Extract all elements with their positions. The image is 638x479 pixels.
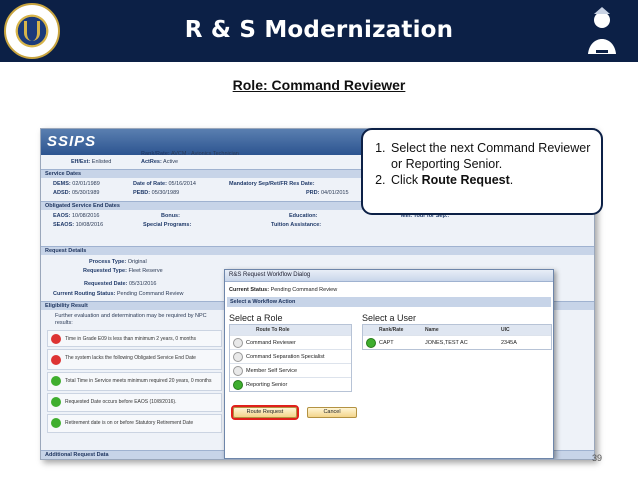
user-row[interactable]: CAPT JONES,TEST AC 2345A [363, 335, 551, 349]
field-bonus: Bonus: [161, 213, 180, 219]
check-icon [51, 397, 61, 407]
field-dems: DEMS: 02/01/1989 [53, 181, 100, 187]
field-prd: PRD: 04/01/2015 [306, 190, 349, 196]
role-subtitle: Role: Command Reviewer [232, 77, 406, 93]
ssips-logo: SSIPS [47, 133, 97, 150]
cancel-button[interactable]: Cancel [307, 407, 357, 418]
role-option-command-separation-specialist[interactable]: Command Separation Specialist [230, 349, 351, 363]
dialog-current-status: Current Status: Pending Command Review [229, 287, 338, 293]
radio-icon[interactable] [233, 366, 243, 376]
dialog-title: R&S Request Workflow Dialog [225, 270, 553, 282]
eligibility-row: Requested Date occurs before EAOS (10/8/… [47, 393, 222, 412]
route-request-button[interactable]: Route Request [231, 405, 299, 420]
select-role-heading: Select a Role [229, 313, 283, 323]
field-date-of-rate: Date of Rate: 05/16/2014 [133, 181, 196, 187]
sailor-emblem-icon [588, 7, 616, 54]
field-pebd: PEBD: 05/30/1989 [133, 190, 180, 196]
select-user-heading: Select a User [362, 313, 417, 323]
field-eaos: EAOS: 10/08/2016 [53, 213, 100, 219]
field-requested-date: Requested Date: 05/31/2016 [84, 281, 157, 287]
field-eff: Eff/Ext: Enlisted [71, 159, 112, 165]
field-tuition: Tuition Assistance: [271, 222, 322, 228]
request-details-header[interactable]: Request Details [41, 246, 594, 255]
instruction-callout: Select the next Command Reviewer or Repo… [361, 128, 603, 215]
field-education: Education: [289, 213, 318, 219]
field-seaos: SEAOS: 10/08/2016 [53, 222, 104, 228]
check-icon [51, 376, 61, 386]
field-process-type: Process Type: Original [89, 259, 147, 265]
field-actres: ActRes: Active [141, 159, 179, 165]
eligibility-row: Time in Grade E09 is less than minimum 2… [47, 330, 222, 347]
field-mandatory-sep: Mandatory Sep/Ret/FR Res Date: [229, 181, 315, 187]
role-column-header: Route To Role [230, 325, 351, 335]
role-option-reporting-senior[interactable]: Reporting Senior [230, 377, 351, 391]
field-rank: Rank/Rate: AVCM · Avionics Technician [141, 151, 239, 157]
field-request-type: Requested Type: Fleet Reserve [83, 268, 163, 274]
instruction-step-1: Select the next Command Reviewer or Repo… [389, 140, 593, 172]
title-banner: R & S Modernization [0, 0, 638, 62]
check-icon [51, 418, 61, 428]
eligibility-note: Further evaluation and determination may… [55, 313, 207, 319]
workflow-action-bar: Select a Workflow Action [227, 297, 551, 307]
field-special-programs: Special Programs: [143, 222, 192, 228]
user-table: Rank/Rate Name UIC CAPT JONES,TEST AC 23… [362, 324, 552, 350]
field-adsd: ADSD: 05/30/1989 [53, 190, 100, 196]
slide-title: R & S Modernization [184, 17, 454, 43]
role-option-command-reviewer[interactable]: Command Reviewer [230, 335, 351, 349]
field-routing-status: Current Routing Status: Pending Command … [53, 291, 184, 297]
radio-icon[interactable] [233, 338, 243, 348]
role-option-member-self-service[interactable]: Member Self Service [230, 363, 351, 377]
page-number: 39 [592, 453, 603, 463]
eligibility-row: Total Time in Service meets minimum requ… [47, 372, 222, 391]
eligibility-row: The system lacks the following Obligated… [47, 349, 222, 370]
instruction-step-2: Click Route Request. [389, 172, 593, 188]
error-icon [51, 334, 61, 344]
role-table: Route To Role Command Reviewer Command S… [229, 324, 352, 392]
radio-icon[interactable] [233, 352, 243, 362]
workflow-dialog: R&S Request Workflow Dialog Current Stat… [224, 269, 554, 459]
user-table-header: Rank/Rate Name UIC [363, 325, 551, 335]
radio-selected-icon[interactable] [366, 338, 376, 348]
radio-selected-icon[interactable] [233, 380, 243, 390]
eligibility-note-2: results: [55, 320, 73, 326]
error-icon [51, 355, 61, 365]
eligibility-row: Retirement date is on or before Statutor… [47, 414, 222, 433]
